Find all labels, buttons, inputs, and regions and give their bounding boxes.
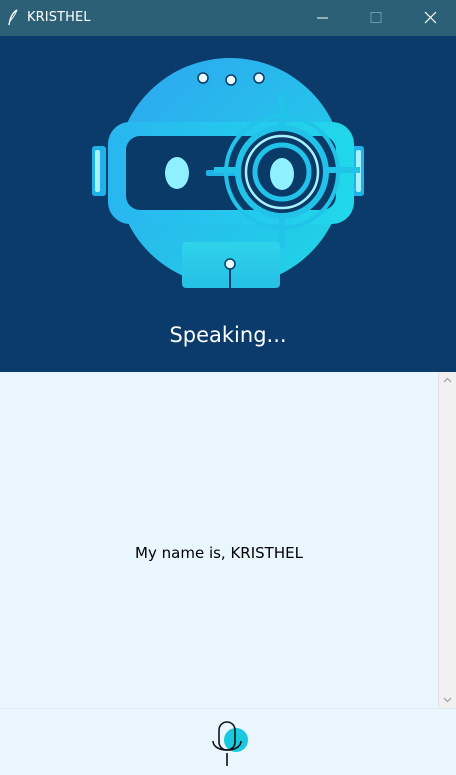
minimize-button[interactable]	[299, 0, 345, 36]
chat-area[interactable]: My name is, KRISTHEL	[0, 372, 438, 708]
title-bar[interactable]: KRISTHEL	[0, 0, 456, 36]
assistant-header: Speaking...	[0, 36, 456, 372]
window-title: KRISTHEL	[27, 10, 91, 25]
minimize-icon	[317, 17, 328, 19]
status-label: Speaking...	[169, 323, 287, 347]
close-button[interactable]	[408, 0, 454, 36]
chevron-up-icon	[443, 377, 452, 383]
robot-icon	[92, 58, 364, 288]
scroll-up-button[interactable]	[439, 372, 456, 389]
app-window: KRISTHEL Speaking... My name is, KRISTHE…	[0, 0, 456, 775]
feather-icon	[6, 9, 20, 27]
close-icon	[424, 11, 437, 24]
chevron-down-icon	[443, 697, 452, 703]
control-bar	[0, 708, 456, 775]
maximize-button[interactable]	[353, 0, 399, 36]
microphone-button[interactable]	[206, 719, 252, 769]
microphone-icon	[212, 721, 248, 766]
scroll-down-button[interactable]	[439, 691, 456, 708]
assistant-message: My name is, KRISTHEL	[135, 544, 303, 562]
maximize-icon	[370, 12, 382, 23]
chat-scrollbar[interactable]	[438, 372, 456, 708]
